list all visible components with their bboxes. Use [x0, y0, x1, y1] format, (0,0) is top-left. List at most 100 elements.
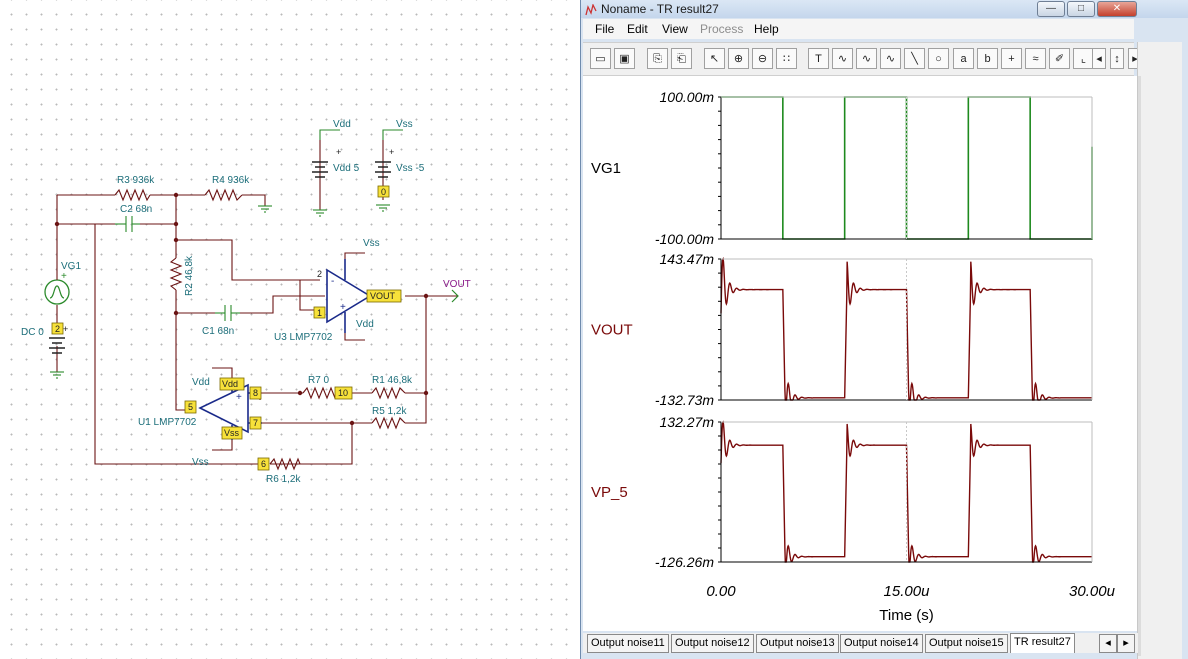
maximize-button[interactable]: □: [1067, 1, 1095, 17]
close-button[interactable]: ✕: [1097, 1, 1137, 17]
pen-icon[interactable]: ✐: [1049, 48, 1070, 69]
panel-ymax-label: 143.47m: [660, 251, 715, 267]
schematic-drawing: R3 936k R4 936k C2 68n R2 46,8k C1 68n V…: [21, 119, 471, 485]
panel-ymax-label: 100.00m: [660, 89, 715, 105]
r7-label: R7 0: [308, 375, 330, 386]
u1-plus-sign: +: [236, 392, 242, 403]
paste-icon[interactable]: ⎗: [671, 48, 692, 69]
node-7: 7: [253, 418, 258, 428]
vertical-scrollbar[interactable]: [1138, 76, 1141, 656]
series-label-vp-5: VP_5: [591, 484, 628, 501]
dc-plus-sign: +: [63, 324, 68, 334]
x-tick-label: 15.00u: [884, 583, 931, 600]
menu-help[interactable]: Help: [754, 22, 779, 36]
panel-ymax-label: 132.27m: [660, 414, 715, 430]
waveform-plot: 100.00m -100.00m VG1 143.47m -132.73m VOUT 132…: [591, 89, 1116, 624]
node-2: 2: [55, 324, 60, 334]
vg1-plus-sign: +: [61, 271, 67, 282]
pin-2: 2: [317, 269, 322, 279]
u1-label: U1 LMP7702: [138, 417, 197, 428]
tab-output-noise14[interactable]: Output noise14: [840, 634, 923, 653]
vdd-plus-sign: +: [336, 147, 341, 157]
minimize-button[interactable]: —: [1037, 1, 1065, 17]
circle-icon[interactable]: ○: [928, 48, 949, 69]
node-0: 0: [381, 187, 386, 197]
node-8: 8: [253, 388, 258, 398]
vss-plus-sign: +: [389, 147, 394, 157]
vg1-source-icon: [44, 279, 70, 305]
side-panel: [1137, 42, 1182, 659]
window-title: Noname - TR result27: [601, 2, 719, 16]
grid-icon[interactable]: ∷: [776, 48, 797, 69]
zoom-in-icon[interactable]: ⊕: [728, 48, 749, 69]
c2-label: C2 68n: [120, 204, 152, 215]
menu-file[interactable]: File: [595, 22, 614, 36]
vout-node-box: VOUT: [370, 291, 396, 301]
u1-vdd-box: Vdd: [222, 379, 238, 389]
menu-process[interactable]: Process: [700, 22, 743, 36]
result-tabs: Output noise11 Output noise12 Output noi…: [583, 633, 1138, 653]
node-5: 5: [188, 402, 193, 412]
r5-label: R5 1,2k: [372, 406, 407, 417]
plot-area[interactable]: 100.00m -100.00m VG1 143.47m -132.73m VOUT 132…: [583, 76, 1138, 631]
u1-minus-sign: -: [236, 416, 239, 427]
vss-net-label: Vss: [396, 119, 413, 130]
series-label-vout: VOUT: [591, 322, 633, 339]
updown-icon[interactable]: ↕: [1110, 48, 1124, 69]
app-icon: [585, 3, 597, 16]
r2-label: R2 46,8k: [184, 255, 195, 296]
menu-view[interactable]: View: [662, 22, 688, 36]
x-tick-label: 0.00: [706, 583, 736, 600]
zoom-out-icon[interactable]: ⊖: [752, 48, 773, 69]
tab-next-button[interactable]: ▸: [1117, 634, 1135, 653]
title-bar[interactable]: Noname - TR result27 — □ ✕: [581, 0, 1188, 18]
marker-icon[interactable]: +: [1001, 48, 1022, 69]
x-axis-title: Time (s): [879, 607, 933, 624]
tab-output-noise12[interactable]: Output noise12: [671, 634, 754, 653]
r6-label: R6 1,2k: [266, 474, 301, 485]
r3-label: R3 936k: [117, 175, 155, 186]
curve-c-icon[interactable]: ∿: [880, 48, 901, 69]
open-icon[interactable]: ▭: [590, 48, 611, 69]
tab-output-noise13[interactable]: Output noise13: [756, 634, 839, 653]
cursor-b-icon[interactable]: b: [977, 48, 998, 69]
cursor-a-icon[interactable]: a: [953, 48, 974, 69]
r4-label: R4 936k: [212, 175, 250, 186]
tab-tr-result27[interactable]: TR result27: [1010, 633, 1075, 653]
tab-output-noise15[interactable]: Output noise15: [925, 634, 1008, 653]
vout-net-label: VOUT: [443, 279, 471, 290]
panel-ymin-label: -100.00m: [655, 231, 714, 247]
c1-label: C1 68n: [202, 326, 234, 337]
curve-b-icon[interactable]: ∿: [856, 48, 877, 69]
curve-a-icon[interactable]: ∿: [832, 48, 853, 69]
u3-vdd-label: Vdd: [356, 319, 374, 330]
vss-source-label: Vss -5: [396, 163, 425, 174]
tab-output-noise11[interactable]: Output noise11: [587, 634, 669, 653]
series-label-vg1: VG1: [591, 160, 621, 177]
pointer-icon[interactable]: ↖: [704, 48, 725, 69]
u3-vss-label: Vss: [363, 238, 380, 249]
menu-bar: File Edit View Process Help: [583, 19, 1134, 39]
style-icon[interactable]: ≈: [1025, 48, 1046, 69]
dc0-label: DC 0: [21, 327, 44, 338]
copy-icon[interactable]: ⎘: [647, 48, 668, 69]
tr-result-window[interactable]: Noname - TR result27 — □ ✕ File Edit Vie…: [580, 0, 1188, 659]
x-tick-label: 30.00u: [1069, 583, 1116, 600]
u3-minus-sign: -: [331, 276, 334, 287]
u1-vss-label: Vss: [192, 457, 209, 468]
line-icon[interactable]: ╲: [904, 48, 925, 69]
menu-edit[interactable]: Edit: [627, 22, 648, 36]
left-arrow-icon[interactable]: ◂: [1092, 48, 1106, 69]
node-10: 10: [338, 388, 348, 398]
tab-prev-button[interactable]: ◂: [1099, 634, 1117, 653]
panel-ymin-label: -126.26m: [655, 554, 714, 570]
save-icon[interactable]: ▣: [614, 48, 635, 69]
schematic-canvas[interactable]: R3 936k R4 936k C2 68n R2 46,8k C1 68n V…: [0, 0, 580, 659]
toolbar: ▭ ▣ ⎘ ⎗ ↖ ⊕ ⊖ ∷ T ∿ ∿ ∿ ╲ ○ a b + ≈ ✐ ⌞ ◂ ↕ ▸: [583, 42, 1142, 76]
r1-label: R1 46,8k: [372, 375, 413, 386]
u3-label: U3 LMP7702: [274, 332, 333, 343]
text-icon[interactable]: T: [808, 48, 829, 69]
vdd-net-label: Vdd: [333, 119, 351, 130]
node-1: 1: [317, 308, 322, 318]
angle-icon[interactable]: ⌞: [1073, 48, 1094, 69]
